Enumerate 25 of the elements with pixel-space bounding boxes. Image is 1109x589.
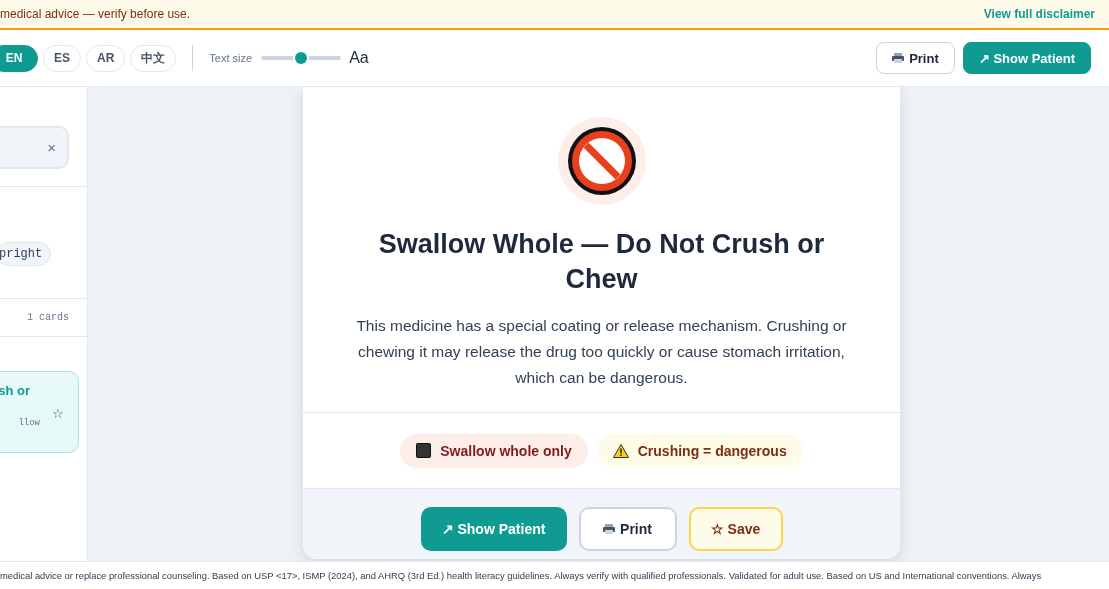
- warning-tag: Crushing = dangerous: [596, 433, 803, 468]
- print-button[interactable]: Print: [876, 42, 955, 74]
- card-heading: Swallow Whole — Do Not Crush or Chew: [377, 228, 826, 296]
- filter-chip[interactable]: pright: [0, 242, 52, 266]
- favorite-button[interactable]: ☆: [52, 406, 64, 421]
- disclaimer-text: medical advice — verify before use.: [0, 7, 191, 21]
- card-description: This medicine has a special coating or release mechanism. Crushing or chewing it may release the drug too quickly or cause stomach irritation, which can be dangerous.: [355, 316, 848, 388]
- language-tab[interactable]: 中文: [130, 44, 177, 72]
- text-size-label: Text size: [209, 52, 253, 64]
- clear-button[interactable]: ×: [47, 139, 56, 156]
- warning-icon: [612, 443, 629, 458]
- language-tab[interactable]: AR: [86, 44, 126, 72]
- print-button[interactable]: Print: [578, 507, 677, 551]
- warning-tag: Swallow whole only: [400, 433, 588, 468]
- square-icon: [416, 443, 432, 458]
- save-button[interactable]: ☆ Save: [688, 507, 783, 551]
- printer-icon: [603, 524, 616, 534]
- card-subtitle: llow: [18, 418, 40, 428]
- search-field[interactable]: ×: [0, 126, 69, 169]
- language-tab[interactable]: ES: [43, 44, 81, 72]
- prohibited-icon: [557, 117, 646, 205]
- card-count: 1 cards: [27, 312, 69, 323]
- footer-disclaimer: medical advice or replace professional counseling. Based on USP <17>, ISMP (2024), and AHRQ (3rd Ed.) health literacy guidelines. Always verify with qualified professionals. Validated for adult use. Based on US and International conventions. Always: [0, 570, 1042, 581]
- text-size-sample: Aa: [349, 49, 369, 67]
- printer-icon: [892, 53, 905, 63]
